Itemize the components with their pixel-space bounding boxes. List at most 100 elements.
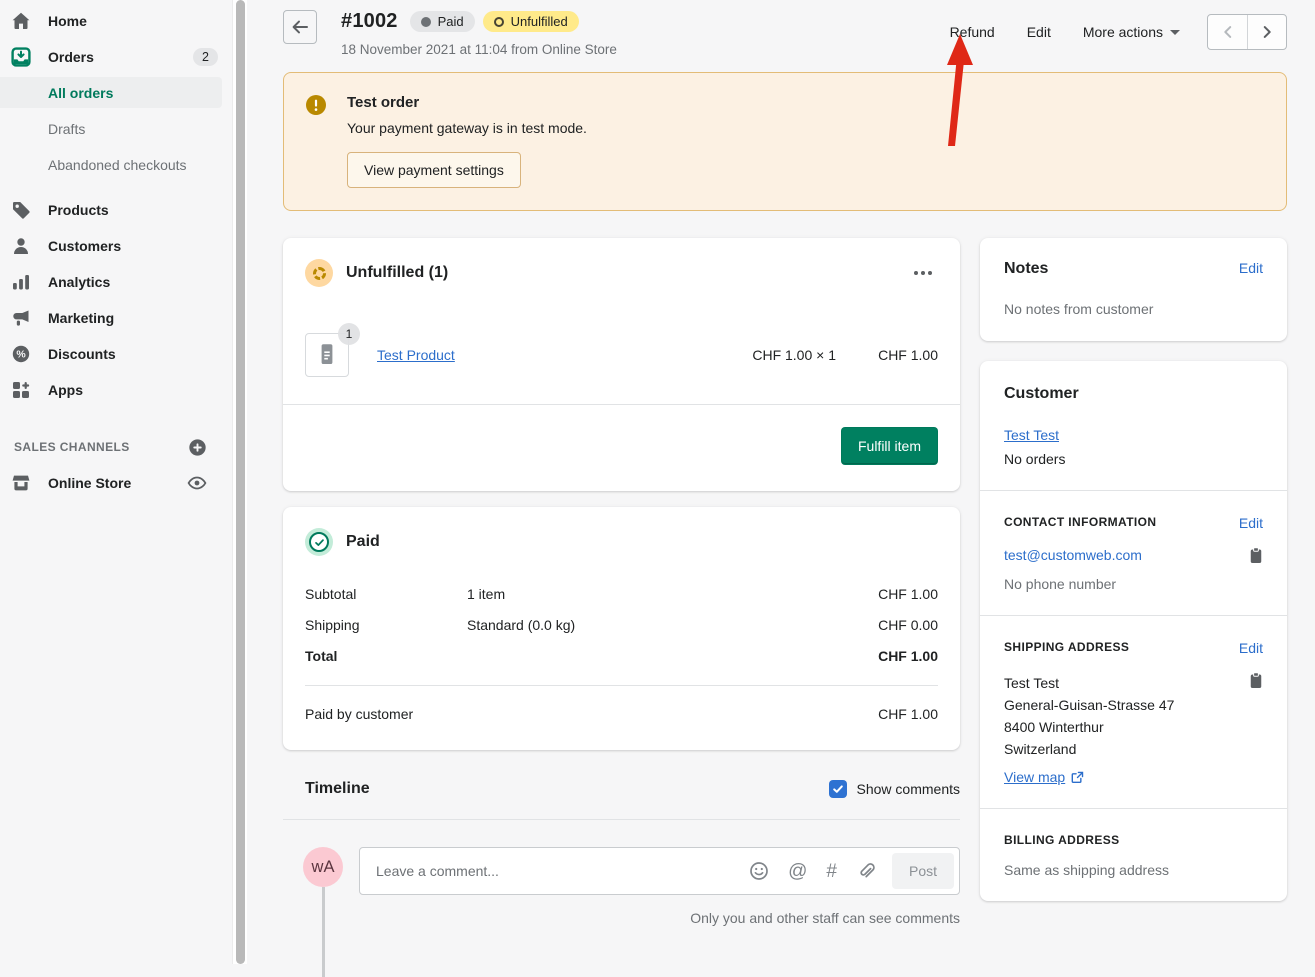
timeline-title: Timeline <box>305 780 370 798</box>
contact-information-section: CONTACT INFORMATION Edit test@customweb.… <box>980 490 1287 615</box>
notes-empty-text: No notes from customer <box>1004 301 1263 317</box>
previous-order-button[interactable] <box>1208 15 1247 49</box>
hashtag-icon[interactable]: # <box>826 862 837 881</box>
sidebar-item-marketing[interactable]: Marketing <box>0 300 232 336</box>
sidebar-item-label: Online Store <box>48 475 131 491</box>
analytics-icon <box>11 272 31 292</box>
address-line: Switzerland <box>1004 738 1174 760</box>
sidebar-item-orders[interactable]: Orders 2 <box>0 39 232 75</box>
sidebar-item-products[interactable]: Products <box>0 192 232 228</box>
notes-title: Notes <box>1004 260 1048 278</box>
sidebar-item-label: Marketing <box>48 310 114 326</box>
add-sales-channel-button[interactable] <box>188 438 207 457</box>
sidebar-item-online-store[interactable]: Online Store <box>0 465 232 501</box>
sidebar-item-home[interactable]: Home <box>0 3 232 39</box>
shipping-address-section: SHIPPING ADDRESS Edit Test Test General-… <box>980 615 1287 808</box>
comment-input[interactable] <box>360 863 749 879</box>
banner-content: Test order Your payment gateway is in te… <box>347 94 587 188</box>
more-actions-label: More actions <box>1083 24 1163 40</box>
copy-email-button[interactable] <box>1249 547 1263 564</box>
sidebar-item-label: Orders <box>48 49 94 65</box>
product-link[interactable]: Test Product <box>377 347 455 363</box>
row-detail: 1 item <box>467 586 878 602</box>
attachment-icon[interactable] <box>856 861 876 881</box>
emoji-icon[interactable] <box>749 861 769 881</box>
customer-card: Customer Test Test No orders CONTACT INF… <box>980 361 1287 901</box>
products-icon <box>11 200 31 220</box>
row-label: Paid by customer <box>305 706 413 722</box>
quantity-badge: 1 <box>338 323 360 345</box>
sidebar-item-all-orders[interactable]: All orders <box>0 77 222 108</box>
view-payment-settings-button[interactable]: View payment settings <box>347 152 521 188</box>
main-content: #1002 Paid Unfulfilled 18 November 2021 … <box>247 0 1315 964</box>
row-amount: CHF 0.00 <box>878 617 938 633</box>
clipboard-icon <box>1249 672 1263 689</box>
row-label: Shipping <box>305 617 467 633</box>
sidebar-item-label: Analytics <box>48 274 110 290</box>
row-label: Subtotal <box>305 586 467 602</box>
sidebar-item-abandoned-checkouts[interactable]: Abandoned checkouts <box>0 147 232 183</box>
fulfillment-card-title: Unfulfilled (1) <box>346 264 448 282</box>
edit-shipping-address-link[interactable]: Edit <box>1239 640 1263 656</box>
left-column: Unfulfilled (1) 1 Test Product CHF 1.00 … <box>283 238 960 926</box>
customer-email-link[interactable]: test@customweb.com <box>1004 547 1142 563</box>
comment-toolbar: @ # <box>749 861 876 881</box>
view-map-link[interactable]: View map <box>1004 769 1065 785</box>
show-comments-checkbox[interactable] <box>829 780 847 798</box>
more-actions-button[interactable]: More actions <box>1072 18 1191 46</box>
sidebar-item-customers[interactable]: Customers <box>0 228 232 264</box>
billing-address-section: BILLING ADDRESS Same as shipping address <box>980 808 1287 901</box>
sidebar-item-analytics[interactable]: Analytics <box>0 264 232 300</box>
scrollbar-thumb[interactable] <box>236 0 245 964</box>
customer-section: Customer Test Test No orders <box>980 361 1287 490</box>
back-button[interactable] <box>283 10 317 44</box>
shipping-row: Shipping Standard (0.0 kg) CHF 0.00 <box>305 609 938 640</box>
fulfill-item-button[interactable]: Fulfill item <box>841 427 938 465</box>
paid-status-icon <box>305 528 333 556</box>
customer-title: Customer <box>1004 385 1263 403</box>
sidebar-item-label: Apps <box>48 382 83 398</box>
edit-contact-link[interactable]: Edit <box>1239 515 1263 531</box>
shopify-order-page: { "sidebar": { "items": [ { "label": "Ho… <box>0 0 1315 964</box>
sidebar: Home Orders 2 All orders Drafts Abandone… <box>0 0 232 964</box>
row-label: Total <box>305 648 467 664</box>
header-actions: Refund Edit More actions <box>939 10 1287 50</box>
refund-button[interactable]: Refund <box>939 18 1006 46</box>
page-title: #1002 <box>341 10 398 33</box>
subnav-label: All orders <box>48 85 113 101</box>
post-comment-button[interactable]: Post <box>892 853 954 889</box>
next-order-button[interactable] <box>1247 15 1286 49</box>
mention-icon[interactable]: @ <box>788 862 807 881</box>
row-amount: CHF 1.00 <box>878 648 938 664</box>
row-amount: CHF 1.00 <box>878 706 938 722</box>
view-store-eye-icon[interactable] <box>187 473 207 493</box>
notes-card: Notes Edit No notes from customer <box>980 238 1287 341</box>
svg-text:%: % <box>16 349 26 361</box>
scrollbar-track <box>232 0 247 964</box>
customer-name-link[interactable]: Test Test <box>1004 427 1059 443</box>
fulfillment-more-menu-button[interactable] <box>908 265 938 281</box>
payment-status-badge: Paid <box>410 11 475 32</box>
comment-box: @ # Post <box>359 847 960 895</box>
show-comments-toggle[interactable]: Show comments <box>829 780 960 798</box>
sidebar-item-discounts[interactable]: % Discounts <box>0 336 232 372</box>
billing-address-text: Same as shipping address <box>1004 862 1263 878</box>
show-comments-label: Show comments <box>857 781 960 797</box>
subnav-label: Drafts <box>48 121 85 137</box>
contact-information-heading: CONTACT INFORMATION <box>1004 515 1156 529</box>
billing-address-heading: BILLING ADDRESS <box>1004 833 1263 847</box>
sidebar-item-label: Discounts <box>48 346 116 362</box>
discounts-icon: % <box>11 344 31 364</box>
subnav-label: Abandoned checkouts <box>48 157 187 173</box>
sidebar-item-apps[interactable]: Apps <box>0 372 232 408</box>
sales-channels-header: SALES CHANNELS <box>0 429 232 465</box>
sidebar-item-drafts[interactable]: Drafts <box>0 111 232 147</box>
edit-order-button[interactable]: Edit <box>1016 18 1062 46</box>
edit-notes-link[interactable]: Edit <box>1239 260 1263 276</box>
sidebar-item-label: Home <box>48 13 87 29</box>
customer-orders-count: No orders <box>1004 451 1263 467</box>
comment-area: wA @ # Post <box>283 820 960 895</box>
copy-shipping-address-button[interactable] <box>1249 672 1263 689</box>
external-link-icon <box>1071 771 1084 784</box>
orders-icon <box>11 47 31 67</box>
